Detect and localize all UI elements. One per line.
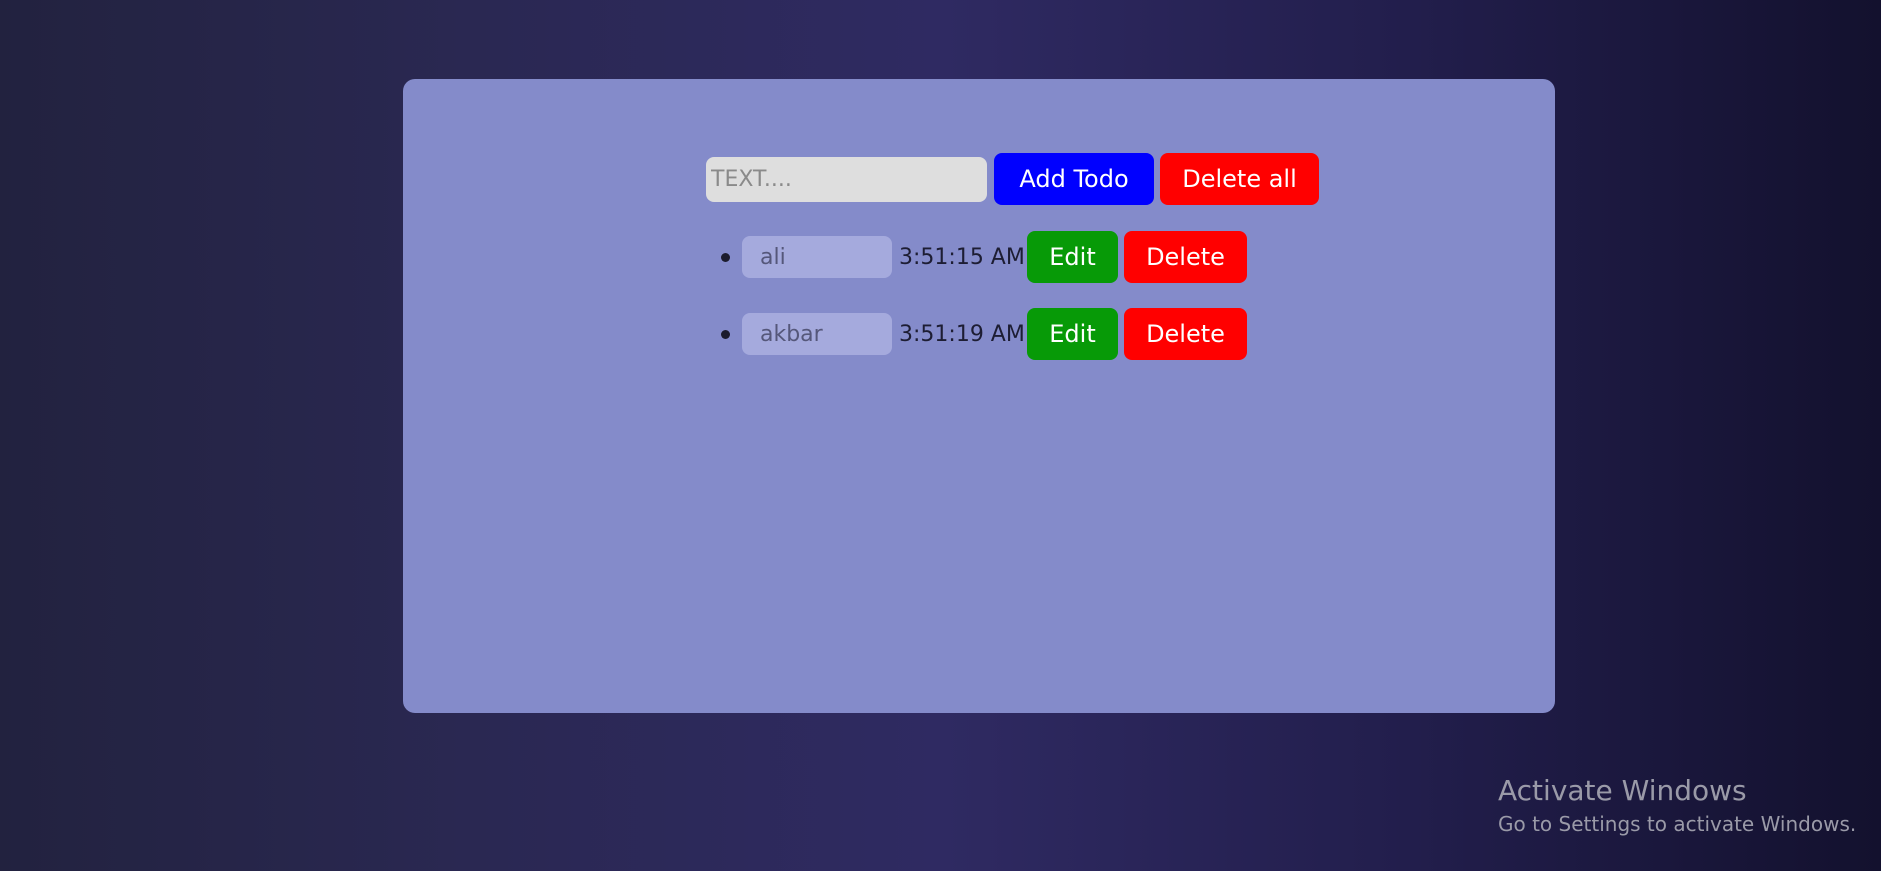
watermark-title: Activate Windows [1498,774,1747,807]
todo-text-input[interactable] [706,156,987,202]
list-item: 3:51:19 AM Edit Delete [721,308,1247,360]
watermark-subtitle: Go to Settings to activate Windows. [1498,812,1857,836]
edit-button[interactable]: Edit [1027,231,1118,283]
bullet-icon [721,329,730,339]
delete-button[interactable]: Delete [1124,231,1247,283]
delete-button[interactable]: Delete [1124,308,1247,360]
todo-input-row: Add Todo Delete all [706,153,1319,205]
delete-all-button[interactable]: Delete all [1160,153,1319,205]
todo-card: Add Todo Delete all 3:51:15 AM Edit Dele… [403,79,1555,713]
todo-item-time: 3:51:15 AM [899,244,1025,270]
edit-button[interactable]: Edit [1027,308,1118,360]
todo-list: 3:51:15 AM Edit Delete 3:51:19 AM Edit D… [721,231,1247,385]
add-todo-button[interactable]: Add Todo [994,153,1154,205]
list-item: 3:51:15 AM Edit Delete [721,231,1247,283]
activate-windows-watermark: Activate Windows Go to Settings to activ… [1498,774,1856,838]
todo-item-text[interactable] [742,236,892,278]
todo-item-time: 3:51:19 AM [899,321,1025,347]
todo-item-text[interactable] [742,313,892,355]
bullet-icon [721,252,730,262]
